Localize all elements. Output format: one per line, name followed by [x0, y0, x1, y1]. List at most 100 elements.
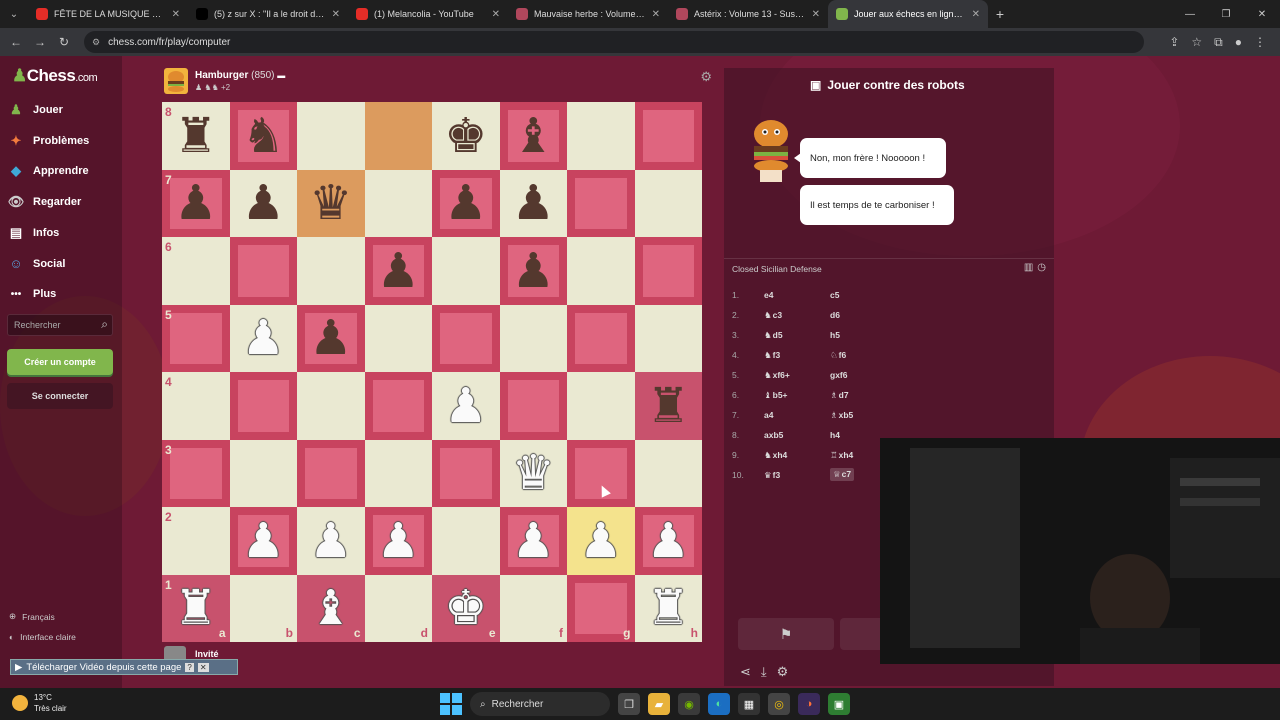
- square-d3[interactable]: [364, 439, 432, 507]
- black-pawn-piece[interactable]: ♟: [444, 179, 487, 227]
- black-pawn-piece[interactable]: ♟: [377, 247, 420, 295]
- black-move[interactable]: gxf6: [830, 370, 847, 380]
- square-d2[interactable]: ♟: [364, 507, 432, 575]
- black-move[interactable]: d6: [830, 310, 840, 320]
- bookmark-star-icon[interactable]: ☆: [1191, 35, 1202, 50]
- firefox-icon[interactable]: ◑: [798, 693, 820, 715]
- settings-icon[interactable]: ⚙: [777, 664, 789, 680]
- black-knight-piece[interactable]: ♞: [242, 112, 285, 160]
- browser-tab[interactable]: Mauvaise herbe : Volume 2 - Sus ✕: [508, 0, 668, 28]
- black-pawn-piece[interactable]: ♟: [512, 179, 555, 227]
- square-a2[interactable]: 2: [162, 507, 230, 575]
- white-move[interactable]: a4: [764, 410, 773, 420]
- square-d5[interactable]: [364, 304, 432, 372]
- sidebar-item-social[interactable]: ☺ Social: [7, 252, 65, 276]
- board-settings-icon[interactable]: ⚙: [700, 69, 712, 85]
- search-input[interactable]: Rechercher ⌕: [7, 314, 113, 336]
- black-rook-piece[interactable]: ♜: [647, 382, 690, 430]
- square-a6[interactable]: 6: [162, 237, 230, 305]
- black-pawn-piece[interactable]: ♟: [242, 179, 285, 227]
- black-pawn-piece[interactable]: ♟: [174, 179, 217, 227]
- file-explorer-icon[interactable]: ▰: [648, 693, 670, 715]
- square-g2[interactable]: ♟: [567, 507, 635, 575]
- square-c3[interactable]: [297, 439, 365, 507]
- address-bar[interactable]: ⚙ chess.com/fr/play/computer: [84, 31, 1144, 53]
- tab-close-icon[interactable]: ✕: [652, 9, 660, 20]
- square-b7[interactable]: ♟: [229, 169, 297, 237]
- weather-widget[interactable]: 13°C Très clair: [12, 692, 67, 714]
- square-c7[interactable]: ♛: [297, 169, 365, 237]
- chess-board[interactable]: ♜ 8 ♞ ♚ ♝ ♟ 7 ♟ ♛ ♟ ♟ 6 ♟ ♟ 5 ♟ ♟ 4 ♟ ♜ 3 ♛ 2 ♟ ♟ ♟ ♟ ♟ ♟ ♜ 1 a b ♝ c d ♚ e f g…: [162, 102, 702, 642]
- sidebar-item-plus[interactable]: ••• Plus: [7, 282, 57, 306]
- square-a8[interactable]: ♜ 8: [162, 102, 230, 170]
- square-f6[interactable]: ♟: [499, 237, 567, 305]
- chrome-icon[interactable]: ◎: [768, 693, 790, 715]
- tab-close-icon[interactable]: ✕: [492, 9, 500, 20]
- square-e2[interactable]: [432, 507, 500, 575]
- white-rook-piece[interactable]: ♜: [647, 584, 690, 632]
- tab-close-icon[interactable]: ✕: [332, 9, 340, 20]
- square-c5[interactable]: ♟: [297, 304, 365, 372]
- square-a7[interactable]: ♟ 7: [162, 169, 230, 237]
- video-download-bar[interactable]: ▶ Télécharger Vidéo depuis cette page ? …: [10, 659, 238, 675]
- black-rook-piece[interactable]: ♜: [174, 112, 217, 160]
- browser-tab[interactable]: Jouer aux échecs en ligne cont ✕: [828, 0, 988, 28]
- back-icon[interactable]: ←: [4, 35, 28, 49]
- square-e4[interactable]: ♟: [432, 372, 500, 440]
- black-queen-piece[interactable]: ♛: [309, 179, 352, 227]
- square-f1[interactable]: f: [499, 574, 567, 642]
- black-move[interactable]: h5: [830, 330, 840, 340]
- tab-close-icon[interactable]: ✕: [172, 9, 180, 20]
- taskbar-search[interactable]: ⌕ Rechercher: [470, 692, 610, 716]
- browser-tab[interactable]: (1) Melancolia - YouTube ✕: [348, 0, 508, 28]
- black-pawn-piece[interactable]: ♟: [309, 314, 352, 362]
- square-g6[interactable]: [567, 237, 635, 305]
- black-move[interactable]: h4: [830, 430, 840, 440]
- black-bishop-piece[interactable]: ♝: [512, 112, 555, 160]
- book-icon[interactable]: ▥: [1024, 262, 1033, 273]
- white-move[interactable]: ♞xh4: [764, 450, 787, 461]
- white-pawn-piece[interactable]: ♟: [309, 517, 352, 565]
- browser-tab[interactable]: FÊTE DE LA MUSIQUE 2025 - You ✕: [28, 0, 188, 28]
- edge-icon[interactable]: ◐: [708, 693, 730, 715]
- white-move[interactable]: ♞c3: [764, 310, 782, 321]
- white-pawn-piece[interactable]: ♟: [377, 517, 420, 565]
- task-view-icon[interactable]: ❐: [618, 693, 640, 715]
- square-c1[interactable]: ♝ c: [297, 574, 365, 642]
- square-d6[interactable]: ♟: [364, 237, 432, 305]
- square-h2[interactable]: ♟: [634, 507, 702, 575]
- square-f4[interactable]: [499, 372, 567, 440]
- close-icon[interactable]: ✕: [197, 662, 209, 672]
- site-info-icon[interactable]: ⚙: [92, 37, 100, 48]
- square-e7[interactable]: ♟: [432, 169, 500, 237]
- square-h4[interactable]: ♜: [634, 372, 702, 440]
- white-move[interactable]: ♛f3: [764, 470, 780, 481]
- white-pawn-piece[interactable]: ♟: [647, 517, 690, 565]
- square-e6[interactable]: [432, 237, 500, 305]
- square-c4[interactable]: [297, 372, 365, 440]
- square-f3[interactable]: ♛: [499, 439, 567, 507]
- white-pawn-piece[interactable]: ♟: [444, 382, 487, 430]
- black-pawn-piece[interactable]: ♟: [512, 247, 555, 295]
- help-icon[interactable]: ?: [185, 662, 194, 672]
- square-g4[interactable]: [567, 372, 635, 440]
- black-move[interactable]: c5: [830, 290, 839, 300]
- square-g7[interactable]: [567, 169, 635, 237]
- white-rook-piece[interactable]: ♜: [174, 584, 217, 632]
- square-c2[interactable]: ♟: [297, 507, 365, 575]
- theme-toggle[interactable]: ◐ Interface claire: [9, 632, 76, 642]
- square-d8[interactable]: [364, 102, 432, 170]
- square-c6[interactable]: [297, 237, 365, 305]
- close-window-icon[interactable]: ✕: [1244, 0, 1280, 28]
- square-a1[interactable]: ♜ 1 a: [162, 574, 230, 642]
- sidebar-item-infos[interactable]: ▤ Infos: [7, 221, 59, 245]
- white-pawn-piece[interactable]: ♟: [512, 517, 555, 565]
- white-queen-piece[interactable]: ♛: [512, 449, 555, 497]
- white-move[interactable]: e4: [764, 290, 773, 300]
- menu-icon[interactable]: ⋮: [1254, 35, 1266, 50]
- square-f2[interactable]: ♟: [499, 507, 567, 575]
- white-pawn-piece[interactable]: ♟: [242, 517, 285, 565]
- nvidia-icon[interactable]: ◉: [678, 693, 700, 715]
- extensions-icon[interactable]: ⧉: [1214, 35, 1223, 50]
- sidebar-item-apprendre[interactable]: ◆ Apprendre: [7, 159, 89, 183]
